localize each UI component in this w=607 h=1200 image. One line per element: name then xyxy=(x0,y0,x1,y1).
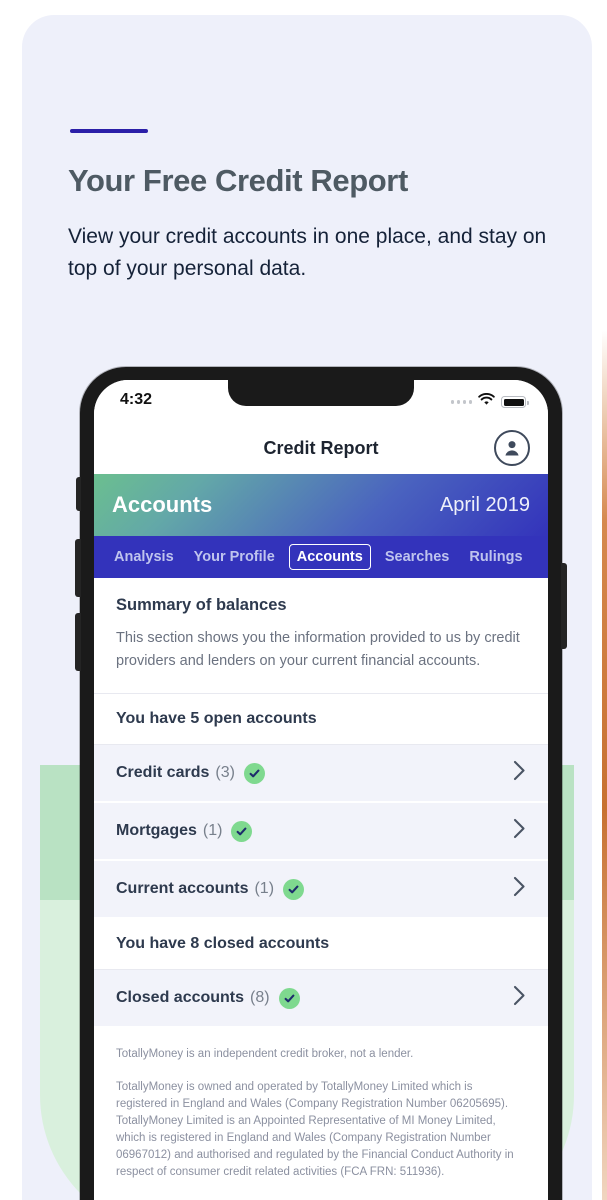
check-circle-icon xyxy=(278,987,300,1009)
account-count: (3) xyxy=(215,764,235,781)
chevron-right-icon xyxy=(513,876,526,902)
account-label: Credit cards xyxy=(116,764,210,781)
account-label: Current accounts xyxy=(116,880,249,897)
phone-screen: 4:32 Credit Report Accounts April 2019 A… xyxy=(94,380,548,1200)
accounts-header-month: April 2019 xyxy=(439,493,530,516)
signal-dots-icon xyxy=(450,400,472,404)
check-circle-icon xyxy=(283,878,305,900)
phone-power-button[interactable] xyxy=(561,563,567,649)
legal-footer: TotallyMoney is an independent credit br… xyxy=(94,1028,548,1195)
legal-line-1: TotallyMoney is an independent credit br… xyxy=(116,1048,414,1060)
phone-volume-up-button[interactable] xyxy=(75,539,81,597)
summary-section: Summary of balances This section shows y… xyxy=(94,578,548,694)
status-indicators xyxy=(450,392,529,411)
account-count: (1) xyxy=(202,822,223,839)
status-bar: 4:32 xyxy=(94,380,548,422)
page-title: Your Free Credit Report xyxy=(68,163,408,198)
closed-accounts-heading: You have 8 closed accounts xyxy=(94,919,548,970)
summary-body: This section shows you the information p… xyxy=(116,630,520,669)
tab-searches[interactable]: Searches xyxy=(379,544,456,570)
chevron-right-icon xyxy=(513,985,526,1011)
list-item-current-accounts[interactable]: Current accounts (1) xyxy=(94,861,548,919)
check-circle-icon xyxy=(231,820,253,842)
list-item-credit-cards[interactable]: Credit cards (3) xyxy=(94,745,548,803)
list-item-closed-accounts[interactable]: Closed accounts (8) xyxy=(94,970,548,1028)
phone-volume-down-button[interactable] xyxy=(75,613,81,671)
list-item-mortgages[interactable]: Mortgages (1) xyxy=(94,803,548,861)
accounts-header: Accounts April 2019 xyxy=(94,474,548,536)
page-subtitle: View your credit accounts in one place, … xyxy=(68,225,547,280)
check-circle-icon xyxy=(243,762,265,784)
account-label: Mortgages xyxy=(116,822,197,839)
wifi-icon xyxy=(478,392,495,411)
status-time: 4:32 xyxy=(120,391,153,408)
page-root: Your Free Credit Report View your credit… xyxy=(0,0,607,1200)
accounts-header-title: Accounts xyxy=(112,492,213,517)
chevron-right-icon xyxy=(513,818,526,844)
tab-accounts[interactable]: Accounts xyxy=(288,544,371,570)
adjacent-card-edge xyxy=(602,330,607,1200)
open-accounts-heading: You have 5 open accounts xyxy=(94,694,548,745)
tab-bar: Analysis Your Profile Accounts Searches … xyxy=(94,536,548,578)
hero-accent-rule xyxy=(70,129,148,133)
phone-notch xyxy=(228,380,414,406)
tab-analysis[interactable]: Analysis xyxy=(108,544,180,570)
battery-full-icon xyxy=(501,396,529,408)
account-count: (8) xyxy=(250,989,270,1006)
account-label: Closed accounts xyxy=(116,989,245,1006)
legal-line-2: TotallyMoney is owned and operated by To… xyxy=(116,1081,514,1178)
chevron-right-icon xyxy=(513,760,526,786)
hero-card: Your Free Credit Report View your credit… xyxy=(22,15,592,1200)
user-avatar-icon[interactable] xyxy=(494,430,530,466)
account-count: (1) xyxy=(254,880,275,897)
app-title-bar: Credit Report xyxy=(94,422,548,474)
tab-your-profile[interactable]: Your Profile xyxy=(188,544,281,570)
tab-rulings[interactable]: Rulings xyxy=(463,544,528,570)
app-title: Credit Report xyxy=(263,437,379,458)
phone-mockup: 4:32 Credit Report Accounts April 2019 A… xyxy=(75,367,567,1200)
summary-heading: Summary of balances xyxy=(116,596,287,614)
phone-silence-switch[interactable] xyxy=(76,477,81,511)
